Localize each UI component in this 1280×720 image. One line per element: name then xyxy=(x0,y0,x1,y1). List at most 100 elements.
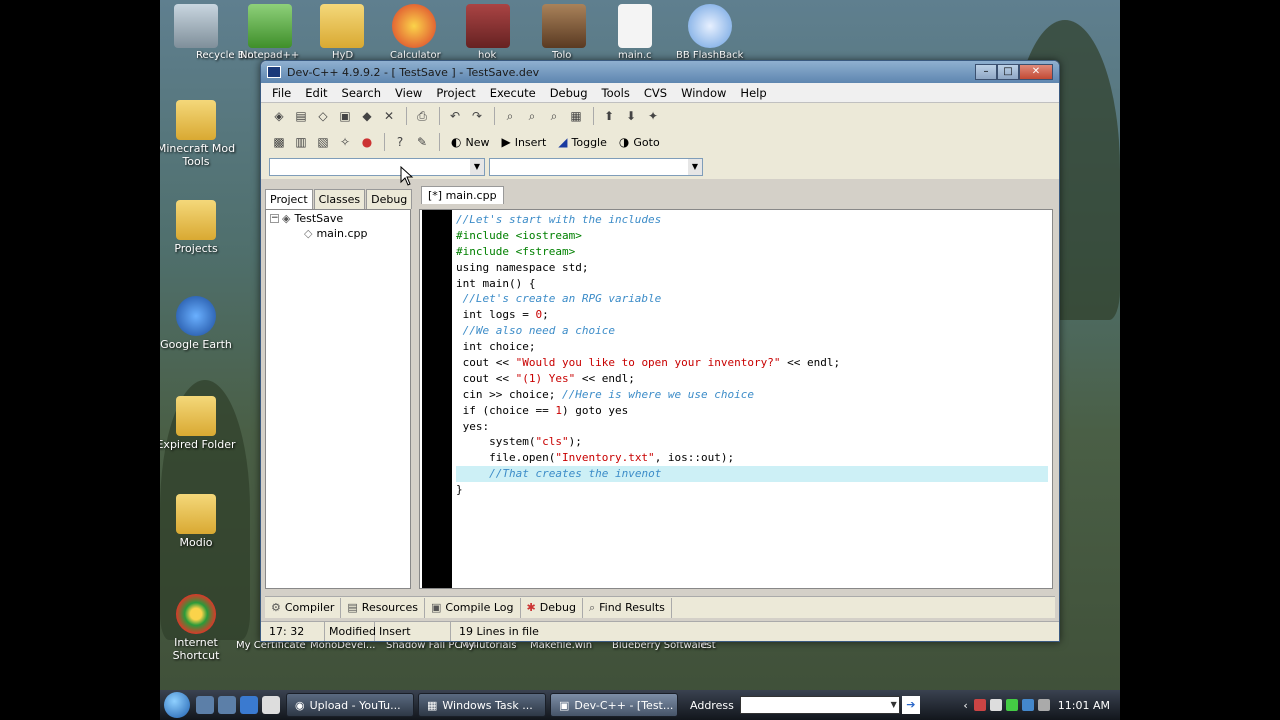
desktop-icon-google-earth[interactable]: Google Earth xyxy=(160,296,236,351)
network-icon[interactable] xyxy=(1021,699,1034,711)
tab-label: Compile Log xyxy=(445,601,514,614)
start-button[interactable] xyxy=(160,690,194,720)
task-devcpp[interactable]: ▣ Dev-C++ - [Test... xyxy=(550,693,678,717)
desktop-icon-modio[interactable]: Modio xyxy=(160,494,236,549)
image-thumbnail-icon[interactable] xyxy=(542,4,586,48)
close-file-icon[interactable]: ✕ xyxy=(379,106,399,126)
insert-button[interactable]: ▶ Insert xyxy=(495,132,552,152)
project-options-icon[interactable]: ✦ xyxy=(643,106,663,126)
desktop-icon-internet-shortcut[interactable]: Internet Shortcut xyxy=(160,594,236,662)
collapse-icon[interactable]: − xyxy=(270,214,279,223)
menu-window[interactable]: Window xyxy=(674,84,733,102)
tray-icon[interactable] xyxy=(973,699,986,711)
switch-windows-icon[interactable] xyxy=(218,696,236,714)
folder-icon xyxy=(176,200,216,240)
file-icon[interactable] xyxy=(618,4,652,48)
code-editor[interactable]: //Let's start with the includes #include… xyxy=(419,209,1053,589)
menu-tools[interactable]: Tools xyxy=(595,84,637,102)
window-title: Dev-C++ 4.9.9.2 - [ TestSave ] - TestSav… xyxy=(287,65,540,79)
task-windows-task-manager[interactable]: ▦ Windows Task ... xyxy=(418,693,546,717)
menu-search[interactable]: Search xyxy=(335,84,389,102)
task-upload-youtube[interactable]: ◉ Upload - YouTu... xyxy=(286,693,414,717)
code-text[interactable]: //Let's start with the includes #include… xyxy=(456,212,1048,498)
menu-file[interactable]: File xyxy=(265,84,298,102)
toolbar-separator xyxy=(494,107,495,125)
rebuild-icon[interactable]: ✧ xyxy=(335,132,355,152)
new-project-icon[interactable]: ◈ xyxy=(269,106,289,126)
undo-icon[interactable]: ↶ xyxy=(445,106,465,126)
file-icon: ◇ xyxy=(304,227,313,240)
new-file-icon[interactable]: ◇ xyxy=(313,106,333,126)
tray-icon[interactable] xyxy=(1005,699,1018,711)
flashback-icon[interactable] xyxy=(688,4,732,48)
redo-icon[interactable]: ↷ xyxy=(467,106,487,126)
help-icon[interactable]: ? xyxy=(390,132,410,152)
print-icon[interactable]: ⎙ xyxy=(412,106,432,126)
close-button[interactable]: ✕ xyxy=(1019,64,1053,80)
desktop-icon-expired-folder[interactable]: Expired Folder xyxy=(160,396,236,451)
member-combo[interactable]: ▼ xyxy=(489,158,703,176)
quick-launch-icon[interactable] xyxy=(262,696,280,714)
run-icon[interactable]: ▥ xyxy=(291,132,311,152)
goto-line-icon[interactable]: ▦ xyxy=(566,106,586,126)
tab-classes[interactable]: Classes xyxy=(313,189,366,209)
tree-file-label: main.cpp xyxy=(316,227,368,240)
tab-find-results[interactable]: ⌕ Find Results xyxy=(583,597,672,618)
new-bookmark-button[interactable]: ◐ New xyxy=(445,132,495,152)
internet-explorer-icon[interactable] xyxy=(240,696,258,714)
remove-from-project-icon[interactable]: ⬇ xyxy=(621,106,641,126)
volume-icon[interactable] xyxy=(1037,699,1050,711)
code-line: using namespace std; xyxy=(456,260,589,274)
address-input[interactable]: ▼ xyxy=(739,696,900,714)
image-thumbnail-icon[interactable] xyxy=(466,4,510,48)
tab-resources[interactable]: ▤ Resources xyxy=(341,597,425,618)
tree-file[interactable]: ◇ main.cpp xyxy=(304,227,367,240)
minimize-button[interactable]: – xyxy=(975,64,997,80)
class-combo[interactable]: ▼ xyxy=(269,158,485,176)
tray-expand-icon[interactable]: ‹ xyxy=(963,699,967,712)
menu-help[interactable]: Help xyxy=(733,84,773,102)
maximize-button[interactable]: □ xyxy=(997,64,1019,80)
desktop-icon-label: Google Earth xyxy=(160,338,232,351)
menu-execute[interactable]: Execute xyxy=(483,84,543,102)
desktop-icon-projects[interactable]: Projects xyxy=(160,200,236,255)
chrome-icon[interactable] xyxy=(392,4,436,48)
tree-root[interactable]: − ◈ TestSave xyxy=(270,212,343,225)
folder-icon xyxy=(176,396,216,436)
compile-icon[interactable]: ▩ xyxy=(269,132,289,152)
menu-project[interactable]: Project xyxy=(429,84,482,102)
save-all-icon[interactable]: ◆ xyxy=(357,106,377,126)
find-next-icon[interactable]: ⌕ xyxy=(544,106,564,126)
compile-run-icon[interactable]: ▧ xyxy=(313,132,333,152)
menu-debug[interactable]: Debug xyxy=(543,84,595,102)
open-icon[interactable]: ▤ xyxy=(291,106,311,126)
notepad-plus-icon[interactable] xyxy=(248,4,292,48)
menu-edit[interactable]: Edit xyxy=(298,84,334,102)
add-to-project-icon[interactable]: ⬆ xyxy=(599,106,619,126)
tray-icon[interactable] xyxy=(989,699,1002,711)
menu-view[interactable]: View xyxy=(388,84,429,102)
tab-debug[interactable]: Debug xyxy=(366,189,413,209)
find-icon[interactable]: ⌕ xyxy=(500,106,520,126)
debug-icon[interactable]: ● xyxy=(357,132,377,152)
clock[interactable]: 11:01 AM xyxy=(1058,699,1110,712)
menu-cvs[interactable]: CVS xyxy=(637,84,674,102)
folder-icon[interactable] xyxy=(320,4,364,48)
show-desktop-icon[interactable] xyxy=(196,696,214,714)
desktop-icon-minecraft[interactable]: Minecraft Mod Tools xyxy=(160,100,236,168)
save-icon[interactable]: ▣ xyxy=(335,106,355,126)
goto-button[interactable]: ◑ Goto xyxy=(613,132,666,152)
tab-compile-log[interactable]: ▣ Compile Log xyxy=(425,597,521,618)
tab-main-cpp[interactable]: [*] main.cpp xyxy=(421,186,504,204)
go-arrow-icon[interactable]: ➔ xyxy=(901,696,920,714)
tab-compiler[interactable]: ⚙ Compiler xyxy=(265,597,342,618)
recycle-bin-icon[interactable] xyxy=(174,4,218,48)
devcpp-window: Dev-C++ 4.9.9.2 - [ TestSave ] - TestSav… xyxy=(260,60,1060,642)
toggle-button[interactable]: ◢ Toggle xyxy=(552,132,613,152)
title-bar[interactable]: Dev-C++ 4.9.9.2 - [ TestSave ] - TestSav… xyxy=(261,61,1059,83)
replace-icon[interactable]: ⌕ xyxy=(522,106,542,126)
tab-debug-output[interactable]: ✱ Debug xyxy=(521,597,583,618)
tab-project[interactable]: Project xyxy=(265,189,313,209)
about-icon[interactable]: ✎ xyxy=(412,132,432,152)
code-line: #include <iostream> xyxy=(456,228,582,242)
